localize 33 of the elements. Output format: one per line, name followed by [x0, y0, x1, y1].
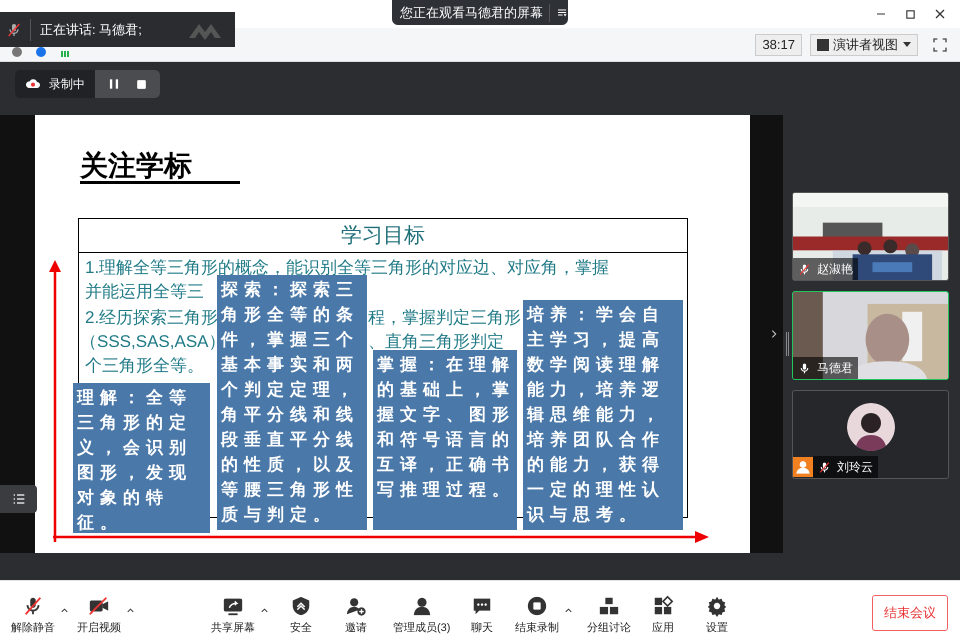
- slide-title: 关注学标: [80, 149, 192, 183]
- participant-name: 赵淑艳: [817, 261, 853, 278]
- participant-name: 刘玲云: [837, 459, 873, 476]
- note-box: 培养：学会自主学习，提高数学阅读理解能力，培养逻辑思维能力，培养团队合作的能力，获得一定的理性认识与思考。: [523, 300, 683, 530]
- toolbar-button[interactable]: 开启视频: [73, 595, 125, 636]
- objective-text: 2.经历探索三角形: [85, 307, 218, 329]
- toolbar-button[interactable]: 共享屏幕: [207, 595, 259, 636]
- participant-tile[interactable]: 刘玲云: [792, 390, 949, 479]
- end-meeting-button[interactable]: 结束会议: [872, 595, 948, 631]
- recording-label: 录制中: [49, 76, 85, 93]
- note-box: 理解：全等三角形的定义，会识别图形，发现对象的特征。: [73, 383, 210, 533]
- objective-text: 并能运用全等三: [85, 281, 204, 303]
- toolbar-button[interactable]: 安全: [286, 595, 316, 636]
- toolbar-button[interactable]: 聊天: [467, 595, 497, 636]
- participant-name: 马德君: [817, 360, 853, 377]
- objective-text: 个三角形全等。: [85, 355, 204, 377]
- toolbar-button[interactable]: 管理成员(3): [389, 595, 454, 636]
- table-header: 学习目标: [79, 219, 687, 253]
- participant-tile[interactable]: 赵淑艳: [792, 192, 949, 281]
- toolbar-button[interactable]: 设置: [702, 595, 732, 636]
- participant-tile[interactable]: 马德君: [792, 291, 949, 380]
- view-button[interactable]: 演讲者视图: [810, 34, 918, 56]
- meeting-timer: 38:17: [755, 34, 802, 56]
- note-box: 掌握：在理解的基础上，掌握文字、图形和符号语言的互译，正确书写推理过程。: [373, 350, 517, 530]
- toolbar-button[interactable]: 邀请: [341, 595, 371, 636]
- toolbar-button[interactable]: 解除静音: [7, 595, 59, 636]
- toolbar-button[interactable]: 应用: [648, 595, 678, 636]
- banner-text: 您正在观看马德君的屏幕: [399, 4, 543, 22]
- objective-text: 程，掌握判定三角形: [368, 307, 521, 329]
- speaking-label: 正在讲话: 马德君;: [40, 20, 142, 39]
- toolbar-button[interactable]: 结束录制: [511, 595, 563, 636]
- toolbar-button[interactable]: 分组讨论: [583, 595, 635, 636]
- objective-text: 、直角三角形判定: [368, 331, 504, 353]
